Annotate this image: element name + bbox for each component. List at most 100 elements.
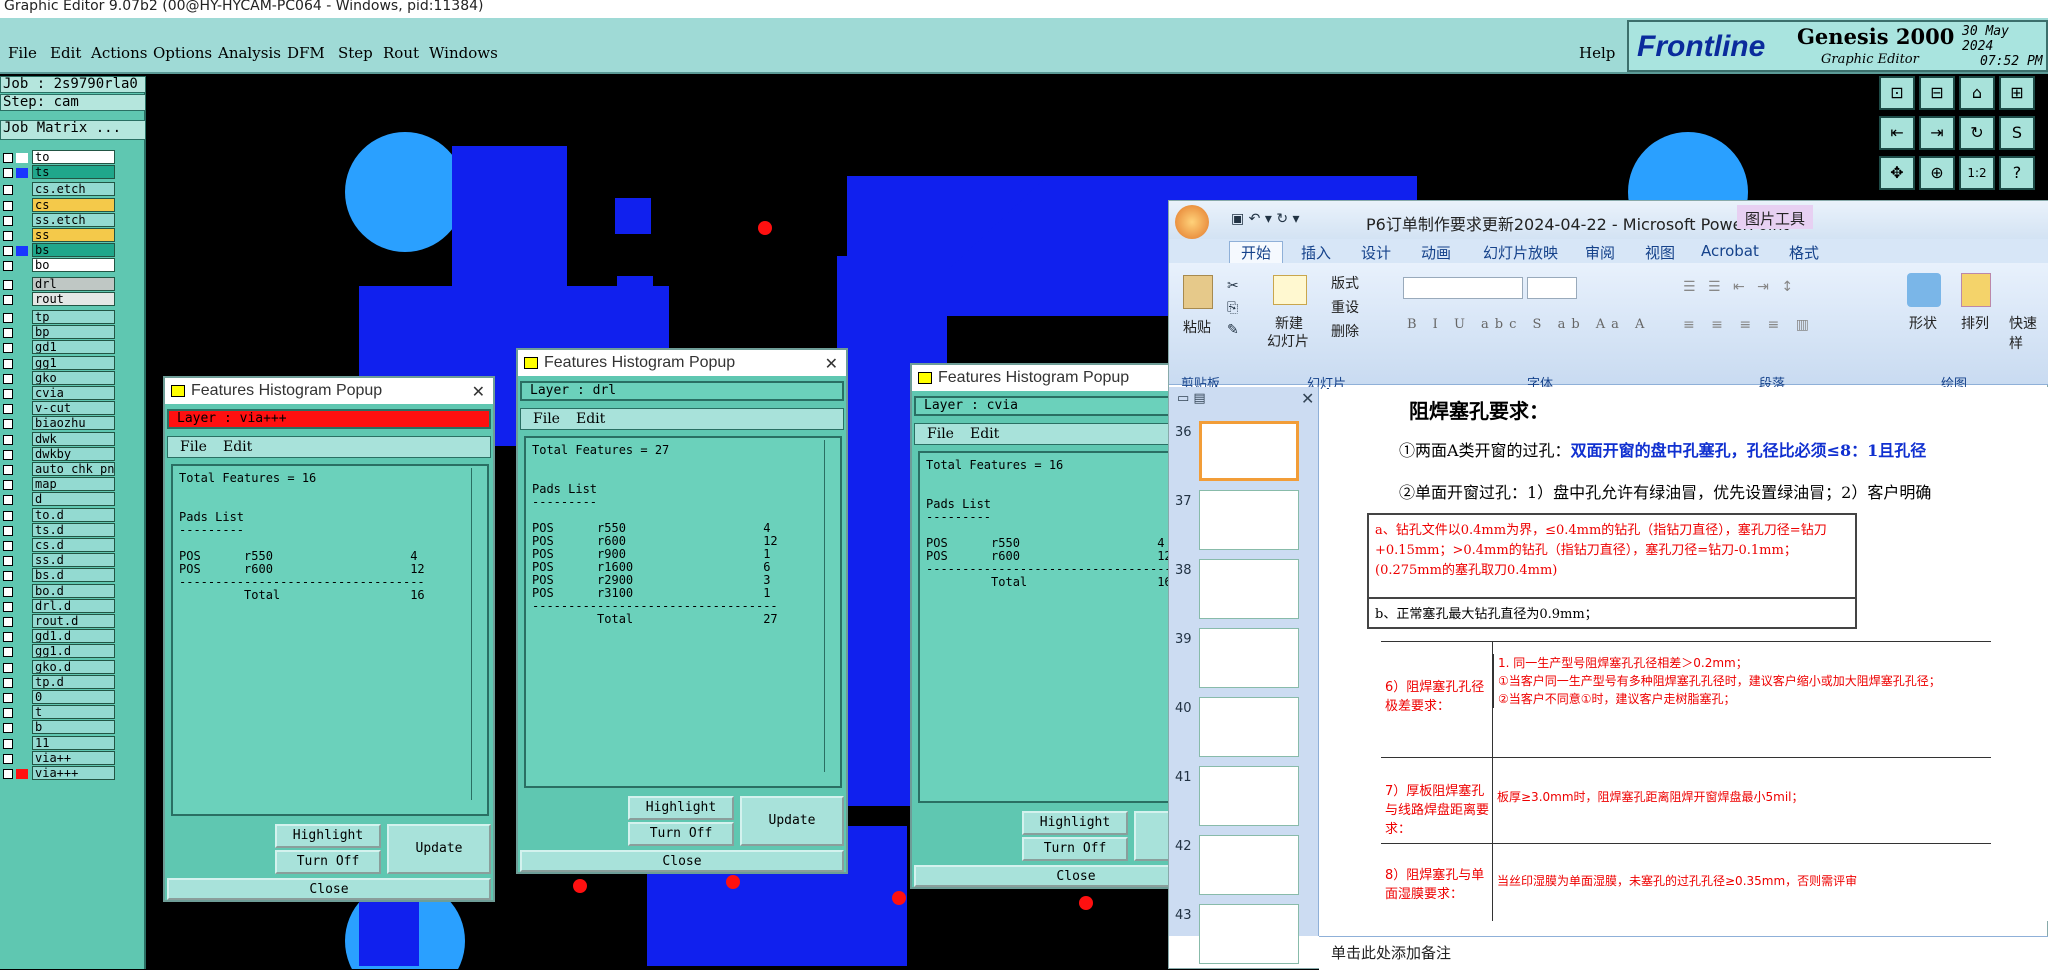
layer-name[interactable]: tp	[32, 310, 115, 324]
layer-name[interactable]: dwk	[32, 431, 115, 446]
new-slide-label-1[interactable]: 新建	[1275, 313, 1303, 333]
toolbox-button[interactable]: S	[1999, 116, 2035, 150]
toolbox-button[interactable]: ↻	[1959, 116, 1995, 150]
slide-thumbnail[interactable]	[1199, 766, 1299, 826]
layer-checkbox[interactable]	[3, 510, 13, 521]
layer-row-drl.d[interactable]: drl.d	[0, 598, 120, 614]
layer-name[interactable]: drl.d	[32, 598, 115, 613]
layer-name[interactable]: to.d	[32, 507, 115, 522]
layer-row-gg1[interactable]: gg1	[0, 355, 120, 371]
menu-file[interactable]: File	[8, 44, 37, 62]
slide-thumbnail[interactable]	[1199, 628, 1299, 688]
layer-row-gd1.d[interactable]: gd1.d	[0, 629, 120, 644]
outline-tabs[interactable]: ▭ ▤	[1177, 391, 1206, 406]
tab-view[interactable]: 视图	[1645, 242, 1675, 263]
layer-name[interactable]: ts	[32, 165, 115, 180]
layer-row-ss.d[interactable]: ss.d	[0, 553, 120, 568]
toolbox-button[interactable]: ⊡	[1879, 76, 1915, 110]
layer-row-ss[interactable]: ss	[0, 228, 120, 243]
layer-row-bo.d[interactable]: bo.d	[0, 583, 120, 599]
layer-name[interactable]: gko	[32, 370, 115, 385]
layer-checkbox[interactable]	[3, 753, 13, 764]
layer-row-gko[interactable]: gko	[0, 370, 120, 386]
layer-checkbox[interactable]	[3, 647, 13, 658]
layer-name[interactable]: cs	[32, 197, 115, 212]
layer-checkbox[interactable]	[3, 231, 13, 241]
slide-thumbnail[interactable]	[1199, 421, 1299, 481]
layer-row-auto_chk_pn[interactable]: auto_chk_pn	[0, 462, 120, 477]
layer-checkbox[interactable]	[3, 373, 13, 384]
layer-checkbox[interactable]	[3, 556, 13, 567]
layer-row-ts[interactable]: ts	[0, 165, 120, 180]
drill-spec-box[interactable]: a、钻孔文件以0.4mm为界，≤0.4mm的钻孔（指钻刀直径），塞孔刀径=钻刀+…	[1367, 513, 1857, 629]
delete-button[interactable]: 删除	[1331, 321, 1359, 341]
tab-insert[interactable]: 插入	[1301, 242, 1331, 263]
layer-name[interactable]: rout	[32, 291, 115, 306]
layer-name[interactable]: gko.d	[32, 659, 115, 674]
layer-checkbox[interactable]	[3, 168, 13, 179]
paragraph-list-buttons[interactable]: ☰ ☰ ⇤ ⇥ ↕	[1683, 279, 1883, 299]
arrange-icon[interactable]	[1961, 273, 1991, 307]
layer-checkbox[interactable]	[3, 586, 13, 597]
slide-thumbnail[interactable]	[1199, 904, 1299, 964]
layer-name[interactable]: bs	[32, 243, 115, 258]
office-button-icon[interactable]	[1175, 205, 1209, 239]
layer-row-gg1.d[interactable]: gg1.d	[0, 644, 120, 659]
toolbox-button[interactable]: ⇥	[1919, 116, 1955, 150]
layer-checkbox[interactable]	[3, 662, 13, 673]
layer-name[interactable]: drl	[32, 276, 115, 291]
home-icon[interactable]: ⌂	[1959, 76, 1995, 110]
layer-name[interactable]: d	[32, 492, 115, 507]
update-button[interactable]: Update	[740, 796, 844, 846]
layer-name[interactable]: t	[32, 705, 115, 720]
layer-checkbox[interactable]	[3, 465, 13, 475]
toolbox-button[interactable]: ⊟	[1919, 76, 1955, 110]
layer-name[interactable]: bs.d	[32, 568, 115, 583]
layer-row-bp[interactable]: bp	[0, 325, 120, 340]
layer-row-gko.d[interactable]: gko.d	[0, 659, 120, 675]
layer-checkbox[interactable]	[3, 343, 13, 354]
turn-off-button[interactable]: Turn Off	[275, 850, 381, 874]
layer-checkbox[interactable]	[3, 480, 13, 491]
menu-step[interactable]: Step	[338, 44, 373, 62]
layer-row-ss.etch[interactable]: ss.etch	[0, 212, 120, 228]
layer-row-v-cut[interactable]: v-cut	[0, 401, 120, 416]
layer-name[interactable]: cs.d	[32, 538, 115, 552]
layer-name[interactable]: biaozhu	[32, 416, 115, 431]
vertical-scrollbar[interactable]	[471, 468, 485, 800]
toolbox-button[interactable]: 1:2	[1959, 156, 1995, 190]
layer-checkbox[interactable]	[3, 723, 13, 734]
shape-icon[interactable]	[1907, 273, 1941, 307]
layer-row-cvia[interactable]: cvia	[0, 386, 120, 401]
font-format-buttons[interactable]: B I U abc S ab Aa A	[1407, 317, 1650, 332]
tab-animation[interactable]: 动画	[1421, 242, 1451, 263]
layer-row-0[interactable]: 0	[0, 690, 120, 705]
layer-checkbox[interactable]	[3, 404, 13, 415]
close-button[interactable]: Close	[167, 878, 491, 900]
layer-row-via+++[interactable]: via+++	[0, 766, 120, 781]
paragraph-align-buttons[interactable]: ≡ ≡ ≡ ≡ ▥	[1683, 317, 1883, 337]
layer-row-biaozhu[interactable]: biaozhu	[0, 416, 120, 431]
layer-row-11[interactable]: 11	[0, 735, 120, 751]
layer-name[interactable]: dwkby	[32, 446, 115, 461]
layer-name[interactable]: 11	[32, 735, 115, 750]
layer-name[interactable]: ts.d	[32, 522, 115, 537]
slide-thumbnail[interactable]	[1199, 490, 1299, 550]
close-icon[interactable]: ✕	[825, 352, 838, 378]
layer-row-bs.d[interactable]: bs.d	[0, 568, 120, 583]
menu-options[interactable]: Options	[153, 44, 212, 62]
layer-checkbox[interactable]	[3, 449, 13, 460]
layer-checkbox[interactable]	[3, 279, 13, 290]
layer-checkbox[interactable]	[3, 261, 13, 272]
layer-row-via++[interactable]: via++	[0, 750, 120, 766]
new-slide-label-2[interactable]: 幻灯片	[1267, 331, 1309, 351]
layer-checkbox[interactable]	[3, 389, 13, 399]
layer-name[interactable]: bo.d	[32, 583, 115, 598]
layer-name[interactable]: cs.etch	[32, 182, 115, 197]
paste-label[interactable]: 粘贴	[1183, 317, 1211, 337]
menu-analysis[interactable]: Analysis	[218, 44, 281, 62]
tab-home[interactable]: 开始	[1241, 242, 1271, 263]
font-size-select[interactable]	[1527, 277, 1577, 299]
layer-row-bo[interactable]: bo	[0, 258, 120, 273]
layer-name[interactable]: auto_chk_pn	[32, 462, 115, 476]
